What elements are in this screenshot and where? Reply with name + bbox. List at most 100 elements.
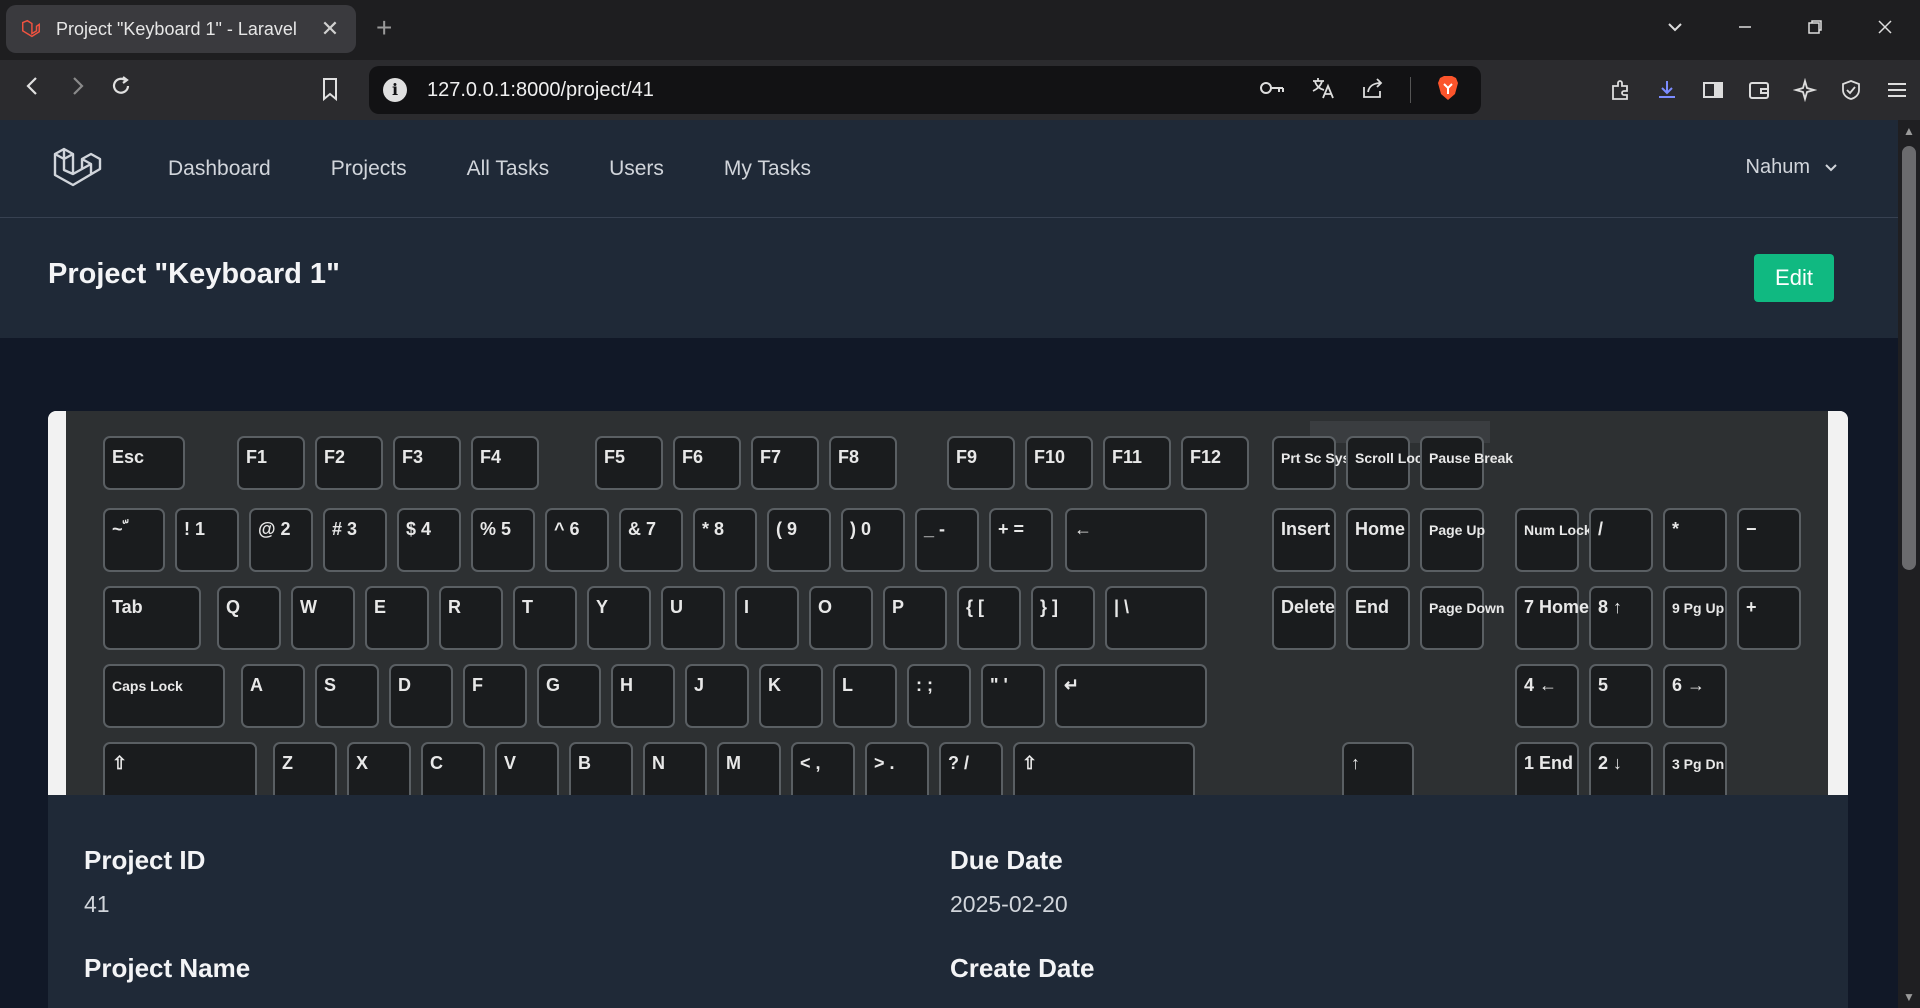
nav-users[interactable]: Users	[609, 157, 664, 181]
keyboard-key-label: # 3	[332, 519, 357, 539]
nav-all-tasks[interactable]: All Tasks	[467, 157, 549, 181]
keyboard-key	[1420, 586, 1484, 650]
keyboard-key-label: A	[250, 675, 263, 695]
edit-button[interactable]: Edit	[1754, 254, 1834, 302]
keyboard-key-label: ⇧	[1022, 753, 1037, 773]
page-scrollbar[interactable]: ▲ ▼	[1898, 120, 1920, 1008]
minimize-icon[interactable]	[1710, 17, 1780, 43]
tab-close-icon[interactable]: ✕	[318, 16, 342, 42]
keyboard-key	[1663, 586, 1727, 650]
restore-icon[interactable]	[1780, 17, 1850, 43]
keyboard-key-label: > .	[874, 753, 895, 773]
project-id-value: 41	[84, 891, 110, 917]
nav-projects[interactable]: Projects	[331, 157, 407, 181]
page-title: Project "Keyboard 1"	[48, 258, 340, 290]
keyboard-key-label: ↑	[1351, 753, 1360, 773]
keyboard-key-label: C	[430, 753, 443, 773]
project-name-label: Project Name	[84, 953, 251, 983]
keyboard-key-label: J	[694, 675, 704, 695]
browser-tab[interactable]: Project "Keyboard 1" - Laravel ✕	[6, 5, 356, 53]
chevron-down-icon	[1825, 163, 1837, 171]
keyboard-key-label: { [	[966, 597, 984, 617]
bookmark-icon[interactable]	[318, 76, 342, 107]
keyboard-key-label: Scroll Lock	[1355, 450, 1431, 466]
separator	[1410, 77, 1411, 103]
reload-icon[interactable]	[104, 74, 138, 105]
keyboard-key-label: F4	[480, 447, 501, 467]
extensions-icon[interactable]	[1608, 77, 1634, 103]
nav-dashboard[interactable]: Dashboard	[168, 157, 271, 181]
forward-icon[interactable]	[60, 74, 94, 105]
keyboard-key-label: ? /	[948, 753, 969, 773]
address-bar[interactable]: i 127.0.0.1:8000/project/41	[369, 66, 1481, 114]
keyboard-key-label: *	[1672, 519, 1679, 539]
keyboard-key-label: F	[472, 675, 483, 695]
share-icon[interactable]	[1360, 75, 1386, 106]
keyboard-key-label: 4 ←	[1524, 675, 1557, 695]
keyboard-key-label: G	[546, 675, 560, 695]
back-icon[interactable]	[16, 74, 50, 105]
app-navbar: Dashboard Projects All Tasks Users My Ta…	[0, 120, 1898, 218]
user-menu[interactable]: Nahum	[1746, 156, 1838, 179]
keyboard-key-label: ⇧	[112, 753, 127, 773]
keyboard-key-label: F6	[682, 447, 703, 467]
keyboard-key-label: 6 →	[1672, 675, 1705, 695]
keyboard-key-label: % 5	[480, 519, 511, 539]
keyboard-key-label: F8	[838, 447, 859, 467]
brave-shields-icon[interactable]	[1435, 74, 1461, 107]
nav-my-tasks[interactable]: My Tasks	[724, 157, 811, 181]
url-text[interactable]: 127.0.0.1:8000/project/41	[427, 79, 1258, 102]
keyboard-key-label: Num Lock	[1524, 522, 1592, 538]
keyboard-key-label: Q	[226, 597, 240, 617]
window-controls	[1640, 0, 1920, 60]
translate-icon[interactable]	[1310, 75, 1336, 106]
create-date-label: Create Date	[950, 953, 1095, 983]
vpn-icon[interactable]	[1838, 77, 1864, 103]
menu-icon[interactable]	[1884, 77, 1910, 103]
keyboard-key-label: Caps Lock	[112, 678, 183, 694]
sidebar-icon[interactable]	[1700, 77, 1726, 103]
keyboard-key-label: ^ 6	[554, 519, 580, 539]
scroll-up-icon[interactable]: ▲	[1898, 124, 1920, 138]
keyboard-key-label: F9	[956, 447, 977, 467]
keyboard-key-label: + =	[998, 519, 1024, 539]
new-tab-icon[interactable]: +	[376, 12, 392, 44]
laravel-logo-icon[interactable]	[52, 144, 102, 194]
keyboard-key-label: End	[1355, 597, 1389, 617]
keyboard-key-label: Y	[596, 597, 608, 617]
project-id-label: Project ID	[84, 845, 206, 875]
keyboard-key-label: F7	[760, 447, 781, 467]
scroll-down-icon[interactable]: ▼	[1898, 990, 1920, 1004]
close-window-icon[interactable]	[1850, 17, 1920, 43]
page-header: Project "Keyboard 1" Edit	[0, 218, 1898, 338]
leo-ai-icon[interactable]	[1792, 77, 1818, 103]
keyboard-key-label: * 8	[702, 519, 724, 539]
key-icon[interactable]	[1258, 78, 1286, 103]
project-card: Esc F1 F2 F3 F4 F5 F6 F7 F8 F9 F10 F11 F12 Prt Sc Sys…	[48, 411, 1848, 1008]
keyboard-key-label: 1 End	[1524, 753, 1573, 773]
keyboard-key-label: Pause Break	[1429, 450, 1513, 466]
keyboard-key-label: ~ ّ	[112, 519, 130, 539]
keyboard-key-label: F1	[246, 447, 267, 467]
keyboard-key-label: ←	[1074, 519, 1092, 539]
keyboard-key-label: Page Down	[1429, 600, 1504, 616]
keyboard-key-label: Z	[282, 753, 293, 773]
tab-title: Project "Keyboard 1" - Laravel	[56, 18, 297, 39]
keyboard-key	[1420, 508, 1484, 572]
keyboard-photo: Esc F1 F2 F3 F4 F5 F6 F7 F8 F9 F10 F11 F12 Prt Sc Sys…	[48, 411, 1848, 795]
wallet-icon[interactable]	[1746, 77, 1772, 103]
keyboard-key	[1515, 508, 1579, 572]
user-name: Nahum	[1745, 156, 1810, 178]
keyboard-key-label: 2 ↓	[1598, 753, 1622, 773]
keyboard-key-label: P	[892, 597, 904, 617]
keyboard-key-label: F10	[1034, 447, 1065, 467]
downloads-icon[interactable]	[1654, 77, 1680, 103]
scroll-thumb[interactable]	[1902, 146, 1916, 570]
tab-list-icon[interactable]	[1640, 17, 1710, 43]
keyboard-key-label: R	[448, 597, 461, 617]
app-viewport: Dashboard Projects All Tasks Users My Ta…	[0, 120, 1898, 1008]
keyboard-key-label: Page Up	[1429, 522, 1485, 538]
site-info-icon[interactable]: i	[383, 78, 407, 102]
keyboard-key-label: Esc	[112, 447, 144, 467]
project-image: Esc F1 F2 F3 F4 F5 F6 F7 F8 F9 F10 F11 F12 Prt Sc Sys…	[48, 411, 1848, 795]
